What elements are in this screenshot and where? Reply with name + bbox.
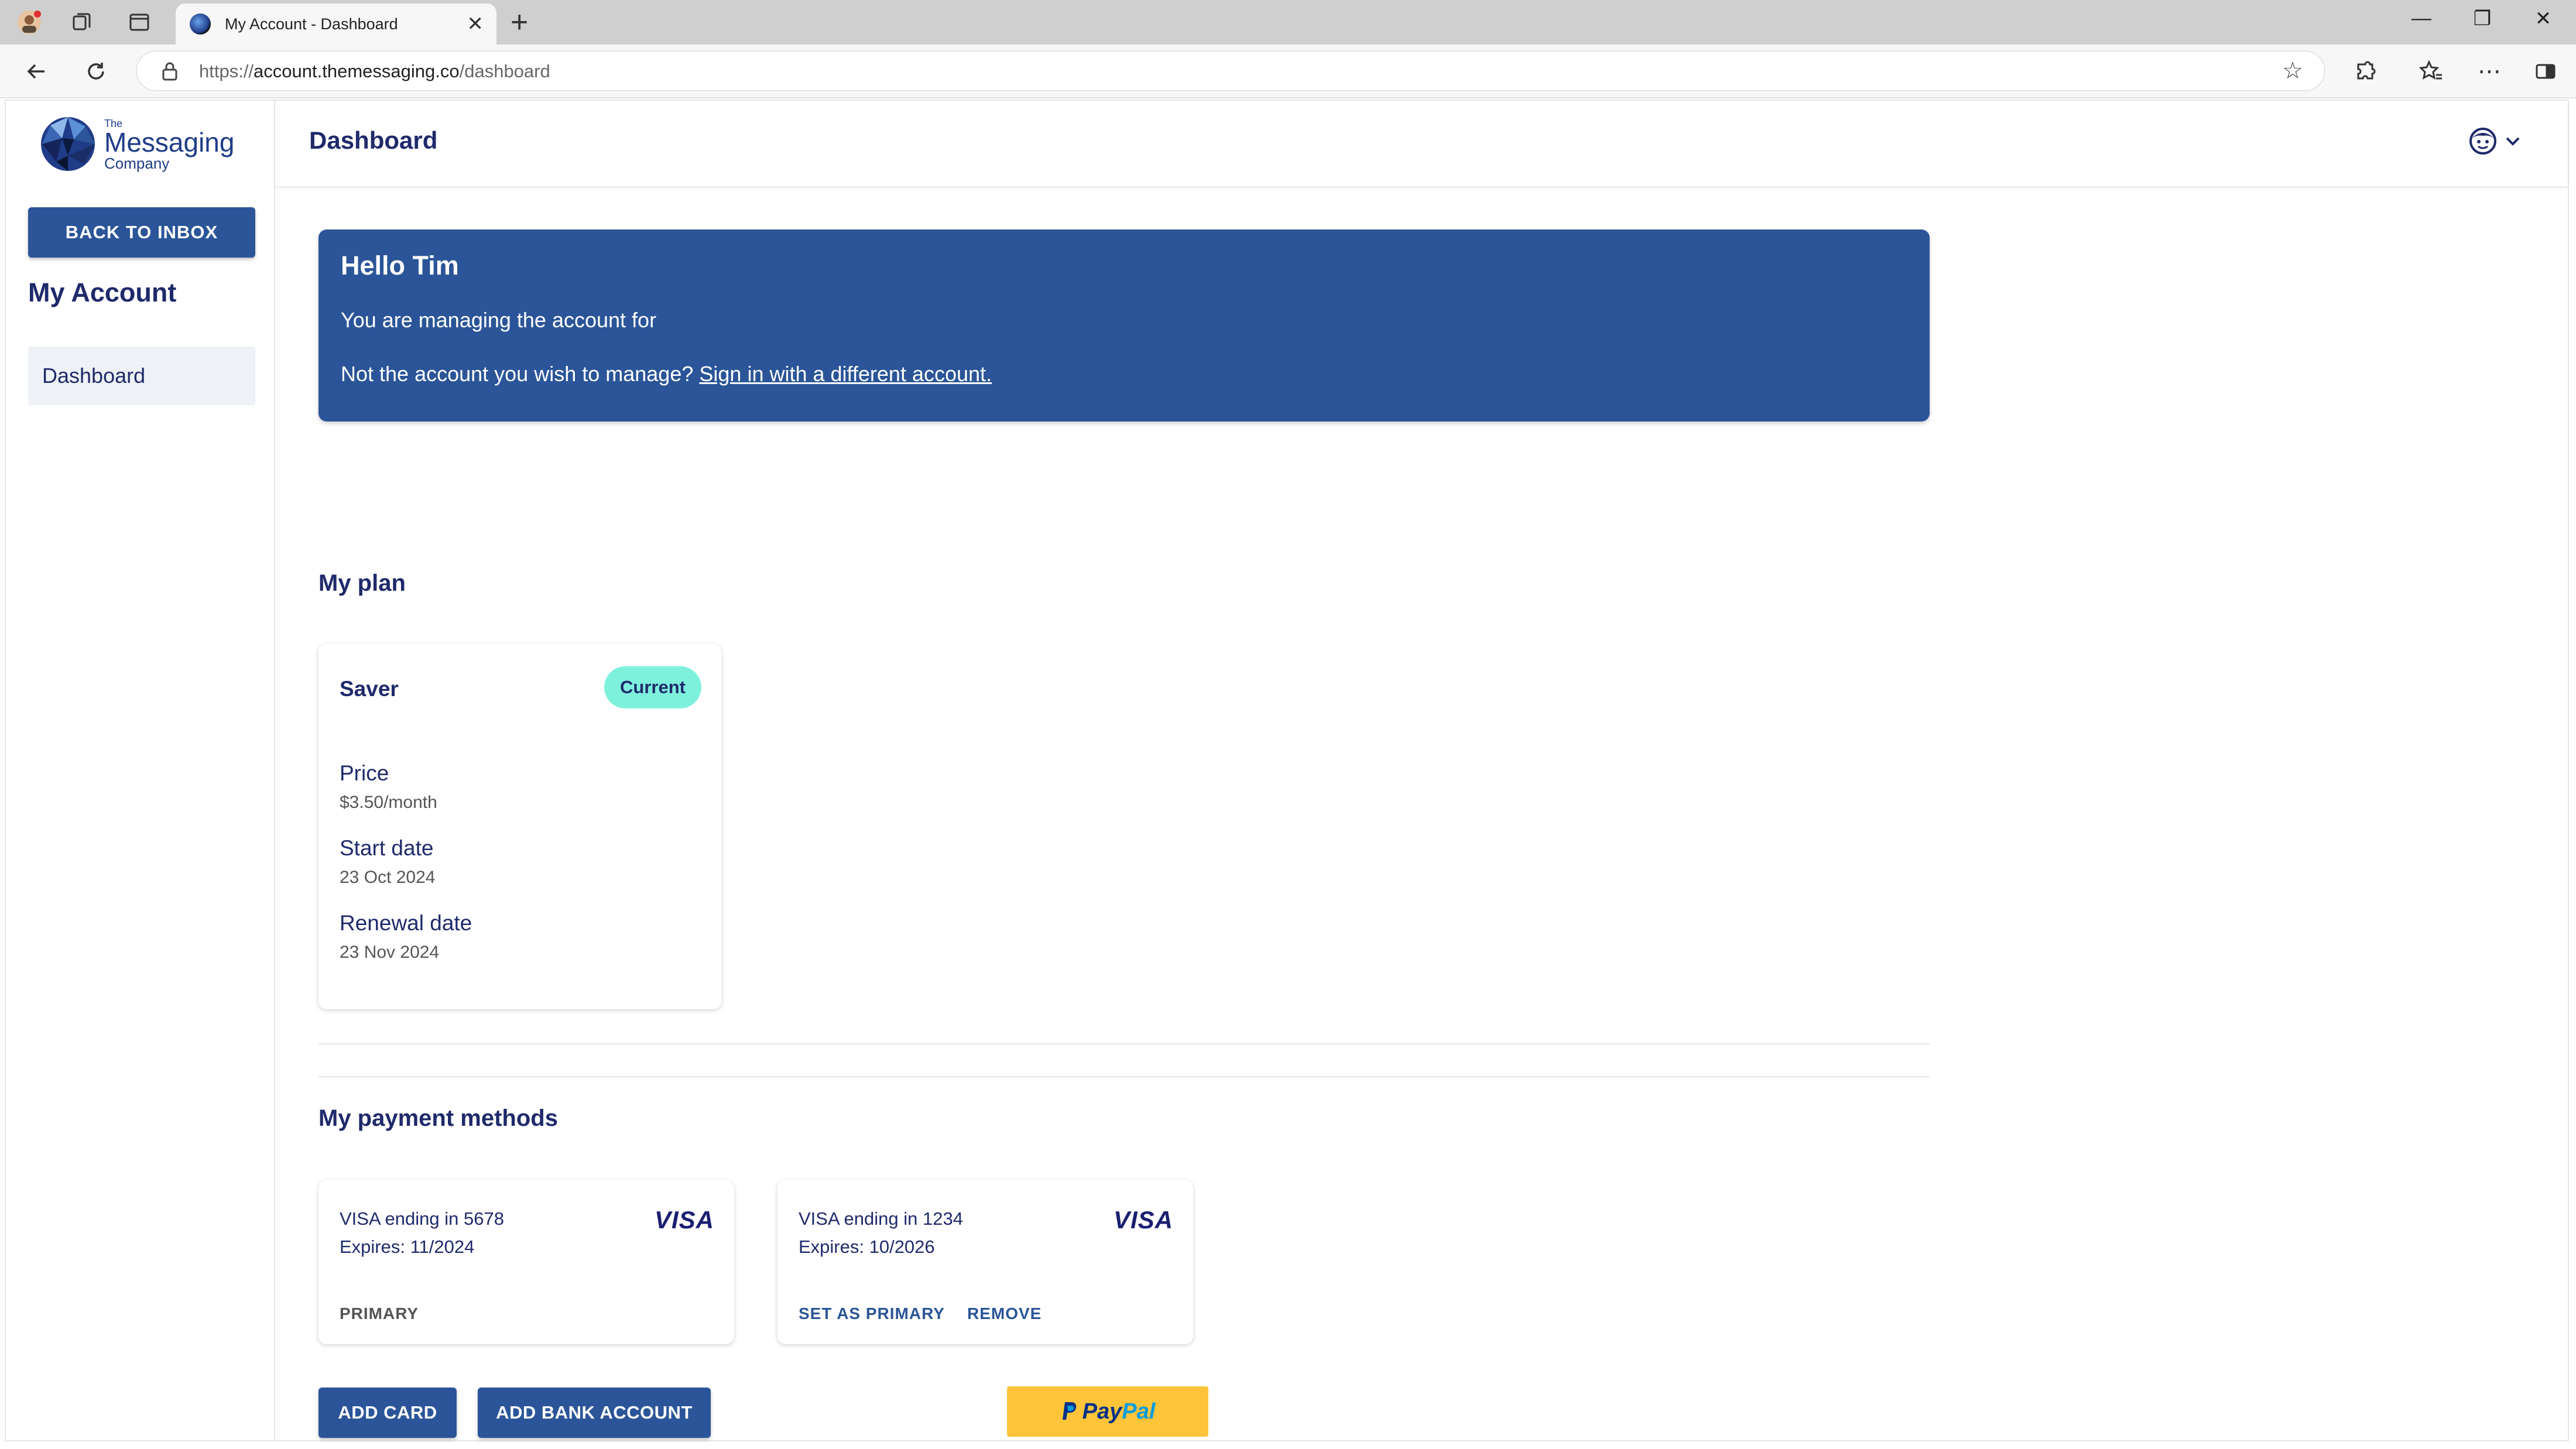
payment-card-5678: VISA ending in 5678 Expires: 11/2024 VIS…: [318, 1180, 734, 1344]
page-header: Dashboard: [275, 101, 2568, 187]
page-title: Dashboard: [309, 126, 438, 154]
vertical-tabs-icon[interactable]: [124, 7, 155, 37]
favorites-icon[interactable]: [2416, 56, 2446, 87]
chevron-down-icon: [2506, 137, 2520, 146]
not-account-question: Not the account you wish to manage?: [341, 362, 694, 386]
add-card-button[interactable]: ADD CARD: [318, 1388, 457, 1438]
plan-name: Saver: [340, 677, 399, 701]
minimize-icon[interactable]: —: [2404, 7, 2439, 30]
greeting-banner: Hello Tim You are managing the account f…: [318, 229, 1930, 422]
close-tab-icon[interactable]: ✕: [467, 12, 484, 36]
restore-icon[interactable]: ❐: [2465, 7, 2500, 30]
greeting-title: Hello Tim: [341, 251, 459, 280]
card-expiry: Expires: 11/2024: [340, 1236, 475, 1257]
switch-account-text: Not the account you wish to manage? Sign…: [341, 362, 992, 386]
company-logo[interactable]: The Messaging Company: [39, 111, 238, 176]
remove-card-button[interactable]: REMOVE: [967, 1304, 1042, 1323]
sidebar-heading: My Account: [28, 278, 177, 307]
tab-title: My Account - Dashboard: [225, 15, 398, 33]
add-bank-account-button[interactable]: ADD BANK ACCOUNT: [478, 1388, 711, 1438]
sidebar: The Messaging Company BACK TO INBOX My A…: [6, 101, 275, 1440]
sign-in-different-account-link[interactable]: Sign in with a different account.: [699, 362, 992, 386]
paypal-button[interactable]: Pay Pal: [1007, 1386, 1208, 1437]
card-description: VISA ending in 5678: [340, 1208, 504, 1229]
paypal-text-pay: Pay: [1082, 1399, 1122, 1424]
visa-logo-icon: VISA: [654, 1206, 714, 1234]
close-window-icon[interactable]: ✕: [2526, 7, 2561, 30]
more-options-icon[interactable]: ⋯: [2474, 56, 2505, 87]
primary-label: PRIMARY: [340, 1304, 419, 1323]
favorite-star-icon[interactable]: ☆: [2282, 57, 2303, 84]
section-divider: [318, 1043, 1930, 1044]
back-to-inbox-button[interactable]: BACK TO INBOX: [28, 207, 255, 258]
url-text: https://account.themessaging.co/dashboar…: [199, 61, 550, 81]
logo-globe-icon: [41, 117, 95, 171]
payment-card-1234: VISA ending in 1234 Expires: 10/2026 VIS…: [777, 1180, 1193, 1344]
set-as-primary-button[interactable]: SET AS PRIMARY: [799, 1304, 945, 1323]
renewal-date-label: Renewal date: [340, 911, 472, 935]
web-page: The Messaging Company BACK TO INBOX My A…: [5, 100, 2569, 1441]
extensions-icon[interactable]: [2350, 56, 2380, 87]
paypal-p-icon: [1062, 1402, 1076, 1420]
card-description: VISA ending in 1234: [799, 1208, 963, 1229]
url-field[interactable]: https://account.themessaging.co/dashboar…: [136, 50, 2325, 91]
logo-wordmark: The Messaging Company: [104, 118, 235, 172]
profile-avatar-icon[interactable]: [14, 7, 44, 37]
active-browser-tab[interactable]: My Account - Dashboard ✕: [176, 4, 496, 44]
section-divider: [318, 1076, 1930, 1077]
sidebar-toggle-icon[interactable]: [2530, 56, 2561, 87]
address-bar-row: https://account.themessaging.co/dashboar…: [0, 44, 2576, 98]
workspaces-icon[interactable]: [67, 7, 97, 37]
card-expiry: Expires: 10/2026: [799, 1236, 935, 1257]
lock-icon[interactable]: [158, 60, 181, 83]
current-plan-badge: Current: [604, 666, 701, 708]
start-date-value: 23 Oct 2024: [340, 868, 436, 887]
sidebar-item-dashboard[interactable]: Dashboard: [28, 347, 255, 405]
main-content: Hello Tim You are managing the account f…: [275, 189, 2568, 1440]
price-value: $3.50/month: [340, 793, 437, 812]
user-face-icon: [2469, 128, 2496, 155]
browser-tab-strip: My Account - Dashboard ✕ + — ❐ ✕: [0, 0, 2576, 44]
renewal-date-value: 23 Nov 2024: [340, 943, 440, 962]
new-tab-icon[interactable]: +: [511, 5, 528, 40]
my-plan-heading: My plan: [318, 570, 406, 596]
back-arrow-icon[interactable]: [21, 56, 52, 87]
payment-methods-heading: My payment methods: [318, 1105, 558, 1131]
plan-card: Saver Current Price $3.50/month Start da…: [318, 644, 721, 1009]
paypal-text-pal: Pal: [1122, 1399, 1156, 1424]
visa-logo-icon: VISA: [1113, 1206, 1173, 1234]
site-favicon-icon: [190, 13, 211, 35]
start-date-label: Start date: [340, 836, 434, 860]
managing-text: You are managing the account for: [341, 308, 657, 332]
price-label: Price: [340, 761, 389, 785]
refresh-icon[interactable]: [81, 56, 111, 87]
account-menu-button[interactable]: [2468, 126, 2522, 156]
